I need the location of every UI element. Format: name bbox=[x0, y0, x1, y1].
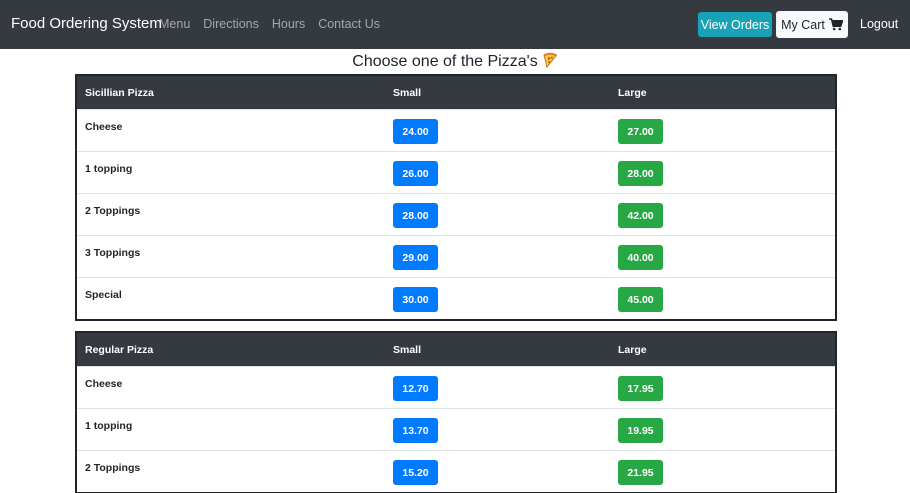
table-row: 2 Toppings 15.20 21.95 bbox=[77, 450, 835, 492]
large-price-button[interactable]: 17.95 bbox=[618, 376, 663, 401]
nav-link-hours[interactable]: Hours bbox=[272, 17, 305, 31]
brand-title[interactable]: Food Ordering System bbox=[11, 15, 162, 32]
small-price-button[interactable]: 24.00 bbox=[393, 119, 438, 144]
pizza-name: 1 topping bbox=[85, 420, 133, 432]
pizza-name: Cheese bbox=[85, 121, 123, 133]
small-price-button[interactable]: 28.00 bbox=[393, 203, 438, 228]
pizza-slice-icon bbox=[543, 52, 557, 68]
large-price-button[interactable]: 28.00 bbox=[618, 161, 663, 186]
table-title: Regular Pizza bbox=[85, 344, 154, 356]
table-row: 1 topping 13.70 19.95 bbox=[77, 408, 835, 450]
large-price-button[interactable]: 27.00 bbox=[618, 119, 663, 144]
column-large-header: Large bbox=[618, 344, 647, 356]
pizza-name: Cheese bbox=[85, 378, 123, 390]
large-price-button[interactable]: 19.95 bbox=[618, 418, 663, 443]
sicilian-pizza-table: Sicillian Pizza Small Large Cheese 24.00… bbox=[75, 74, 837, 321]
table-row: Special 30.00 45.00 bbox=[77, 277, 835, 319]
page-heading: Choose one of the Pizza's bbox=[0, 52, 910, 71]
nav-links: Menu Directions Hours Contact Us bbox=[159, 17, 380, 31]
large-price-button[interactable]: 42.00 bbox=[618, 203, 663, 228]
small-price-button[interactable]: 13.70 bbox=[393, 418, 438, 443]
navbar: Food Ordering System Menu Directions Hou… bbox=[0, 0, 910, 49]
page-title: Choose one of the Pizza's bbox=[352, 53, 538, 70]
table-row: 1 topping 26.00 28.00 bbox=[77, 151, 835, 193]
table-row: Cheese 24.00 27.00 bbox=[77, 109, 835, 151]
pizza-name: 2 Toppings bbox=[85, 462, 141, 474]
large-price-button[interactable]: 21.95 bbox=[618, 460, 663, 485]
large-price-button[interactable]: 45.00 bbox=[618, 287, 663, 312]
column-small-header: Small bbox=[393, 344, 422, 356]
small-price-button[interactable]: 15.20 bbox=[393, 460, 438, 485]
regular-pizza-table: Regular Pizza Small Large Cheese 12.70 1… bbox=[75, 331, 837, 493]
small-price-button[interactable]: 12.70 bbox=[393, 376, 438, 401]
nav-link-directions[interactable]: Directions bbox=[203, 17, 259, 31]
table-row: 3 Toppings 29.00 40.00 bbox=[77, 235, 835, 277]
pizza-name: Special bbox=[85, 289, 122, 301]
my-cart-label: My Cart bbox=[781, 17, 825, 32]
table-row: 2 Toppings 28.00 42.00 bbox=[77, 193, 835, 235]
view-orders-button[interactable]: View Orders bbox=[698, 12, 772, 37]
small-price-button[interactable]: 26.00 bbox=[393, 161, 438, 186]
pizza-name: 1 topping bbox=[85, 163, 133, 175]
table-header: Regular Pizza Small Large bbox=[77, 333, 835, 366]
column-small-header: Small bbox=[393, 87, 422, 99]
my-cart-button[interactable]: My Cart bbox=[776, 11, 848, 38]
shopping-cart-icon bbox=[828, 18, 843, 31]
logout-link[interactable]: Logout bbox=[860, 17, 898, 31]
table-row: Cheese 12.70 17.95 bbox=[77, 366, 835, 408]
small-price-button[interactable]: 29.00 bbox=[393, 245, 438, 270]
table-title: Sicillian Pizza bbox=[85, 87, 154, 99]
pizza-name: 2 Toppings bbox=[85, 205, 141, 217]
small-price-button[interactable]: 30.00 bbox=[393, 287, 438, 312]
column-large-header: Large bbox=[618, 87, 647, 99]
pizza-name: 3 Toppings bbox=[85, 247, 141, 259]
table-header: Sicillian Pizza Small Large bbox=[77, 76, 835, 109]
nav-link-contact-us[interactable]: Contact Us bbox=[318, 17, 380, 31]
large-price-button[interactable]: 40.00 bbox=[618, 245, 663, 270]
nav-link-menu[interactable]: Menu bbox=[159, 17, 190, 31]
